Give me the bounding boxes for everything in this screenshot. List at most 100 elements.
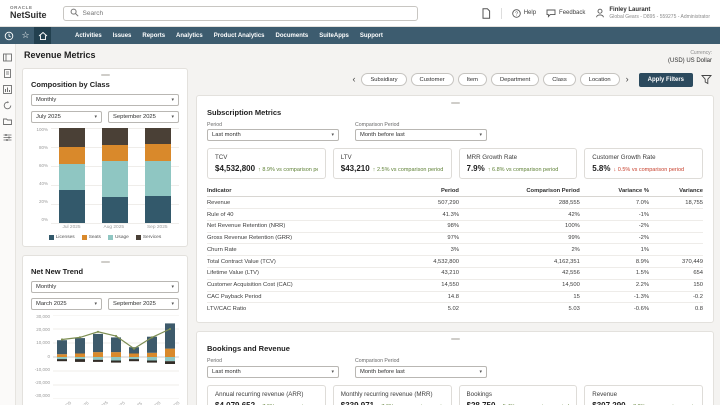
new-page-icon[interactable] <box>481 8 491 19</box>
nav-item-reports[interactable]: Reports <box>142 33 165 39</box>
table-row: Lifetime Value (LTV)43,21042,5561.5%654 <box>207 268 703 280</box>
refresh-icon[interactable] <box>3 97 12 106</box>
topbar: ORACLE NetSuite ? Help Feedback Finley L… <box>0 0 720 27</box>
table-cell <box>649 220 703 232</box>
nav-item-suiteapps[interactable]: SuiteApps <box>319 33 349 39</box>
bookings-comparison-select[interactable]: Month before last▾ <box>355 366 487 378</box>
stacked-bar <box>59 128 85 223</box>
recent-records-clock-icon[interactable] <box>0 27 17 44</box>
settings-sliders-icon[interactable] <box>3 129 12 138</box>
filter-pill-class[interactable]: Class <box>543 73 576 86</box>
filter-pill-customer[interactable]: Customer <box>411 73 454 86</box>
period-controls: Period Last month▾ Comparison Period Mon… <box>207 122 703 142</box>
comparison-period-select[interactable]: Month before last▾ <box>355 129 487 141</box>
nav-item-issues[interactable]: Issues <box>113 33 132 39</box>
table-row: Total Contract Value (TCV)4,532,8004,162… <box>207 256 703 268</box>
apply-filters-button[interactable]: Apply Filters <box>639 73 693 87</box>
nav-item-analytics[interactable]: Analytics <box>176 33 203 39</box>
nav-item-product-analytics[interactable]: Product Analytics <box>214 33 265 39</box>
kpi-label: LTV <box>341 154 444 161</box>
net-new-to-month-select[interactable]: September 2025▾ <box>108 298 179 310</box>
chevron-down-icon: ▾ <box>94 301 97 307</box>
folder-icon[interactable] <box>3 113 12 122</box>
kpi-value: 7.9% <box>467 164 485 173</box>
bar-segment-licenses <box>102 197 128 223</box>
table-cell: 14.8 <box>401 291 459 303</box>
user-menu[interactable]: Finley Laurant Global Gears - D895 - 559… <box>595 6 710 21</box>
table-row: LTV/CAC Ratio5.025.03-0.6%0.8 <box>207 303 703 314</box>
search-icon <box>70 4 79 22</box>
net-new-frequency-select[interactable]: Monthly▾ <box>31 281 179 293</box>
table-row: Rule of 4041.3%42%-1% <box>207 209 703 221</box>
kpi-label: Customer Growth Rate <box>592 154 695 161</box>
bookings-period-select[interactable]: Last month▾ <box>207 366 339 378</box>
y-tick-label: 20,000 <box>36 328 50 333</box>
filter-pill-department[interactable]: Department <box>491 73 539 86</box>
chevron-down-icon: ▾ <box>171 284 174 290</box>
scroll-right-icon[interactable]: › <box>624 75 631 84</box>
table-cell: 41.3% <box>401 209 459 221</box>
chevron-down-icon: ▾ <box>479 369 482 375</box>
scroll-left-icon[interactable]: ‹ <box>350 75 357 84</box>
y-tick-label: 100% <box>36 128 48 133</box>
drag-handle-icon[interactable] <box>101 74 110 76</box>
filter-pill-location[interactable]: Location <box>580 73 620 86</box>
table-header-cell: Variance % <box>580 186 649 197</box>
filter-funnel-icon[interactable] <box>701 74 712 85</box>
chart-icon[interactable] <box>3 81 12 90</box>
feedback-bubble-icon <box>546 9 556 18</box>
table-cell: Revenue <box>207 197 401 209</box>
drag-handle-icon[interactable] <box>451 338 460 340</box>
composition-to-month-select[interactable]: September 2025▾ <box>108 111 179 123</box>
report-icon[interactable] <box>3 65 12 74</box>
divider <box>501 8 502 19</box>
feedback-button[interactable]: Feedback <box>546 9 585 18</box>
search-input[interactable] <box>83 10 411 17</box>
plot-area <box>53 315 179 404</box>
table-cell: 370,449 <box>649 256 703 268</box>
nav-item-documents[interactable]: Documents <box>276 33 309 39</box>
chevron-down-icon: ▾ <box>171 114 174 120</box>
shortcuts-star-icon[interactable]: ☆ <box>17 27 34 44</box>
gridline <box>51 223 179 224</box>
table-cell: Net Revenue Retention (NRR) <box>207 220 401 232</box>
table-cell: Lifetime Value (LTV) <box>207 268 401 280</box>
netsuite-logo[interactable]: ORACLE NetSuite <box>10 6 47 21</box>
drag-handle-icon[interactable] <box>451 102 460 104</box>
table-cell: Churn Rate <box>207 244 401 256</box>
filter-pill-item[interactable]: Item <box>458 73 487 86</box>
filter-pill-subsidiary[interactable]: Subsidiary <box>361 73 406 86</box>
right-column: ‹ Subsidiary Customer Item Department Class L… <box>196 68 714 405</box>
drag-handle-icon[interactable] <box>101 261 110 263</box>
composition-from-month-select[interactable]: July 2025▾ <box>31 111 102 123</box>
period-select[interactable]: Last month▾ <box>207 129 339 141</box>
table-row: CAC Payback Period14.815-1.3%-0.2 <box>207 291 703 303</box>
home-icon[interactable] <box>34 27 51 44</box>
kpi-value: $4,079,652 <box>215 401 255 405</box>
table-row: Churn Rate3%2%1% <box>207 244 703 256</box>
y-tick-label: 60% <box>39 164 48 169</box>
legend-item: Licenses <box>49 235 75 240</box>
y-axis: 30,00020,00010,0000-10,000-20,000-30,000 <box>31 315 53 399</box>
panel-title: Bookings and Revenue <box>207 344 703 353</box>
stacked-bar <box>102 128 128 223</box>
filter-pills: Subsidiary Customer Item Department Class Loc… <box>361 73 619 86</box>
help-button[interactable]: ? Help <box>512 9 536 18</box>
composition-frequency-select[interactable]: Monthly▾ <box>31 94 179 106</box>
comparison-period-label: Comparison Period <box>355 358 487 364</box>
kpi-card: Customer Growth Rate5.8%↓ 0.5% vs compar… <box>584 148 703 179</box>
legend-swatch <box>136 235 141 240</box>
nav-item-activities[interactable]: Activities <box>75 33 102 39</box>
bar-segment-seats <box>145 144 171 161</box>
net-new-from-month-select[interactable]: March 2025▾ <box>31 298 102 310</box>
table-header-row: IndicatorPeriodComparison PeriodVariance… <box>207 186 703 197</box>
table-cell: 18,755 <box>649 197 703 209</box>
table-cell: 7.0% <box>580 197 649 209</box>
panel-icon[interactable] <box>3 49 12 58</box>
chevron-down-icon: ▾ <box>171 97 174 103</box>
table-header-cell: Indicator <box>207 186 401 197</box>
card-title: Net New Trend <box>31 267 179 276</box>
nav-item-support[interactable]: Support <box>360 33 383 39</box>
net-new-trend-card: Net New Trend Monthly▾ March 2025▾ Septe… <box>22 255 188 405</box>
global-search[interactable] <box>63 6 418 21</box>
